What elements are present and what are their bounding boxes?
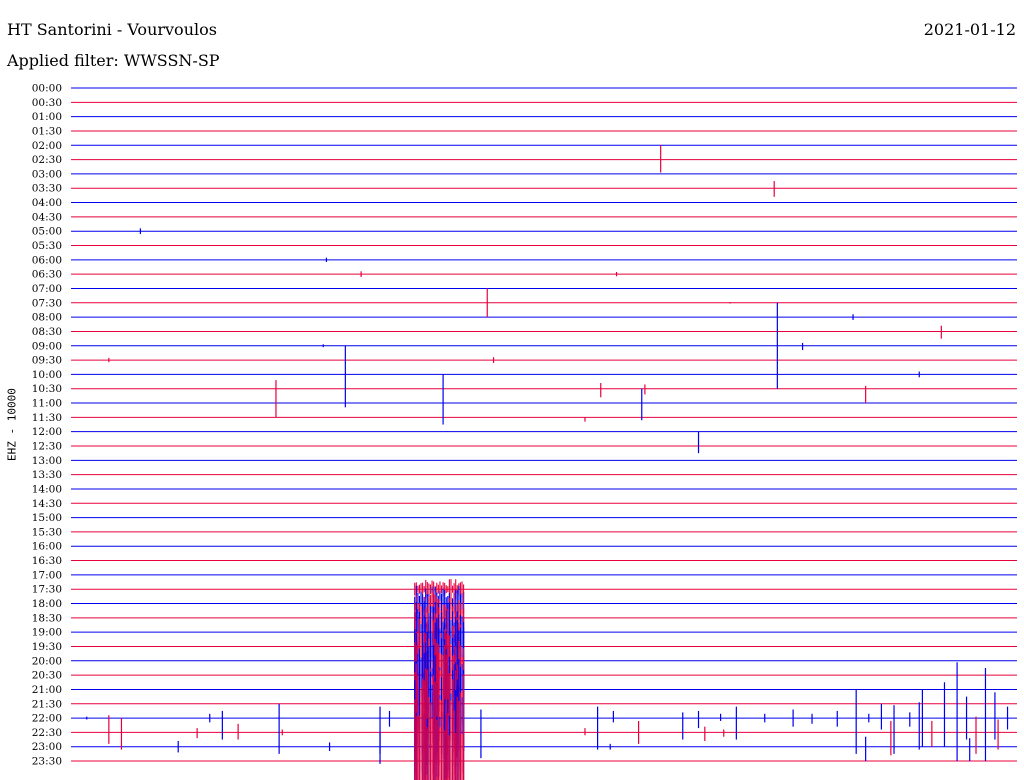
tick-label: 23:00 bbox=[32, 741, 62, 753]
tick-label: 19:00 bbox=[32, 627, 62, 639]
tick-label: 16:00 bbox=[32, 541, 62, 553]
tick-label: 17:00 bbox=[32, 569, 62, 581]
tick-label: 07:30 bbox=[32, 297, 62, 309]
tick-label: 22:00 bbox=[32, 713, 62, 725]
helicorder-plot: 00:00 00:30 01:00 01:30 02:00 02:30 03:00 03:30… bbox=[32, 83, 1017, 780]
tick-label: 02:30 bbox=[32, 154, 62, 166]
tick-label: 19:30 bbox=[32, 641, 62, 653]
tick-label: 16:30 bbox=[32, 555, 62, 567]
tick-label: 14:00 bbox=[32, 483, 62, 495]
seismic-events bbox=[86, 145, 1009, 764]
tick-label: 12:00 bbox=[32, 426, 62, 438]
tick-label: 09:30 bbox=[32, 355, 62, 367]
tick-label: 03:30 bbox=[32, 183, 62, 195]
tick-label: 20:00 bbox=[32, 655, 62, 667]
tick-label: 06:00 bbox=[32, 254, 62, 266]
tick-label: 00:00 bbox=[32, 83, 62, 95]
tick-label: 15:00 bbox=[32, 512, 62, 524]
tick-label: 15:30 bbox=[32, 526, 62, 538]
tick-labels: 00:00 00:30 01:00 01:30 02:00 02:30 03:00 03:30… bbox=[32, 83, 62, 768]
tick-label: 18:00 bbox=[32, 598, 62, 610]
tick-label: 20:30 bbox=[32, 670, 62, 682]
tick-label: 02:00 bbox=[32, 140, 62, 152]
tick-label: 08:00 bbox=[32, 312, 62, 324]
tick-label: 13:30 bbox=[32, 469, 62, 481]
tick-label: 07:00 bbox=[32, 283, 62, 295]
tick-label: 00:30 bbox=[32, 97, 62, 109]
tick-label: 23:30 bbox=[32, 756, 62, 768]
trace-lines bbox=[71, 87, 1017, 762]
tick-label: 08:30 bbox=[32, 326, 62, 338]
tick-label: 22:30 bbox=[32, 727, 62, 739]
tick-label: 21:00 bbox=[32, 684, 62, 696]
tick-label: 06:30 bbox=[32, 269, 62, 281]
tick-label: 04:00 bbox=[32, 197, 62, 209]
tick-label: 12:30 bbox=[32, 441, 62, 453]
tick-label: 11:00 bbox=[32, 398, 62, 410]
tick-label: 11:30 bbox=[32, 412, 62, 424]
tick-label: 10:30 bbox=[32, 383, 62, 395]
tick-label: 01:30 bbox=[32, 125, 62, 137]
seismic-burst bbox=[414, 579, 465, 780]
tick-label: 03:00 bbox=[32, 168, 62, 180]
tick-label: 01:00 bbox=[32, 111, 62, 123]
tick-label: 05:00 bbox=[32, 226, 62, 238]
tick-label: 05:30 bbox=[32, 240, 62, 252]
tick-label: 13:00 bbox=[32, 455, 62, 467]
tick-label: 18:30 bbox=[32, 612, 62, 624]
tick-label: 04:30 bbox=[32, 211, 62, 223]
tick-label: 17:30 bbox=[32, 584, 62, 596]
tick-label: 09:00 bbox=[32, 340, 62, 352]
tick-label: 10:00 bbox=[32, 369, 62, 381]
tick-label: 21:30 bbox=[32, 698, 62, 710]
tick-label: 14:30 bbox=[32, 498, 62, 510]
